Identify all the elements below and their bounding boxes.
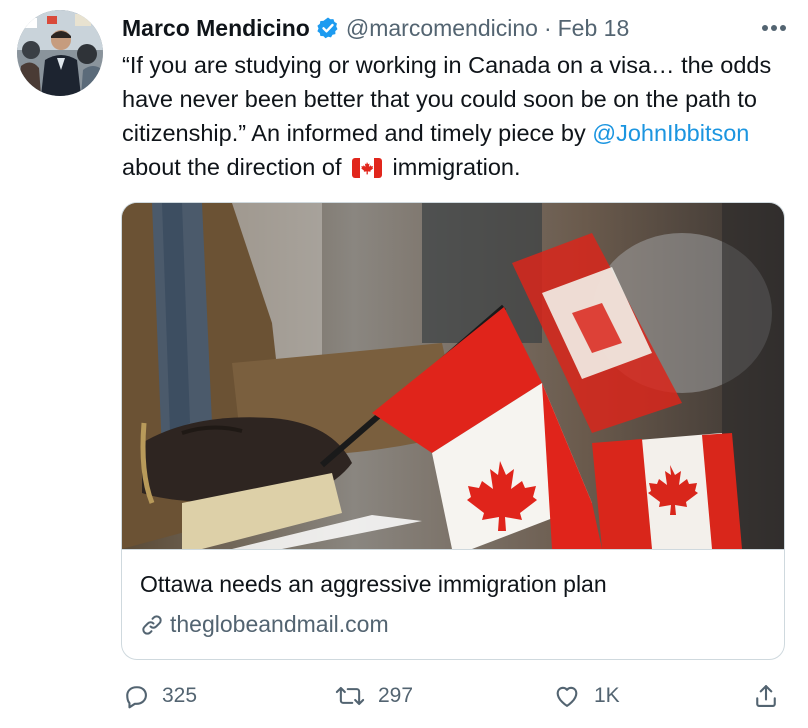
card-divider — [122, 549, 784, 550]
card-title[interactable]: Ottawa needs an aggressive immigration p… — [140, 571, 607, 598]
tweet-header: Marco Mendicino @marcomendicino · Feb 18 — [122, 12, 790, 44]
action-bar: 325 297 1K — [122, 676, 794, 716]
card-domain-row: theglobeandmail.com — [140, 611, 389, 638]
card-domain: theglobeandmail.com — [170, 611, 389, 637]
canada-flag-emoji — [352, 154, 383, 178]
tweet-text-part2: about the direction of — [122, 154, 349, 180]
share-button[interactable] — [752, 676, 780, 716]
reply-icon — [126, 686, 147, 709]
author-handle[interactable]: @marcomendicino — [346, 15, 538, 42]
reply-count: 325 — [162, 684, 198, 707]
author-name[interactable]: Marco Mendicino — [122, 15, 310, 42]
retweet-count: 297 — [378, 684, 414, 707]
reply-button[interactable]: 325 — [122, 676, 197, 716]
verified-badge-icon — [316, 16, 340, 40]
tweet-date[interactable]: Feb 18 — [558, 15, 630, 42]
tweet-text: “If you are studying or working in Canad… — [122, 48, 794, 184]
link-card[interactable]: Ottawa needs an aggressive immigration p… — [121, 202, 785, 660]
avatar[interactable] — [17, 10, 103, 96]
more-icon[interactable] — [758, 12, 790, 44]
like-count: 1K — [594, 684, 620, 707]
link-icon — [142, 614, 162, 635]
header-separator: · — [543, 14, 552, 41]
tweet-text-part3: immigration. — [386, 154, 521, 180]
avatar-photo — [17, 10, 103, 96]
card-image — [122, 203, 784, 549]
mention-link[interactable]: @JohnIbbitson — [592, 120, 749, 146]
retweet-icon — [335, 686, 365, 706]
share-icon — [756, 685, 776, 707]
like-button[interactable]: 1K — [552, 676, 620, 716]
like-icon — [556, 686, 578, 707]
retweet-button[interactable]: 297 — [334, 676, 413, 716]
